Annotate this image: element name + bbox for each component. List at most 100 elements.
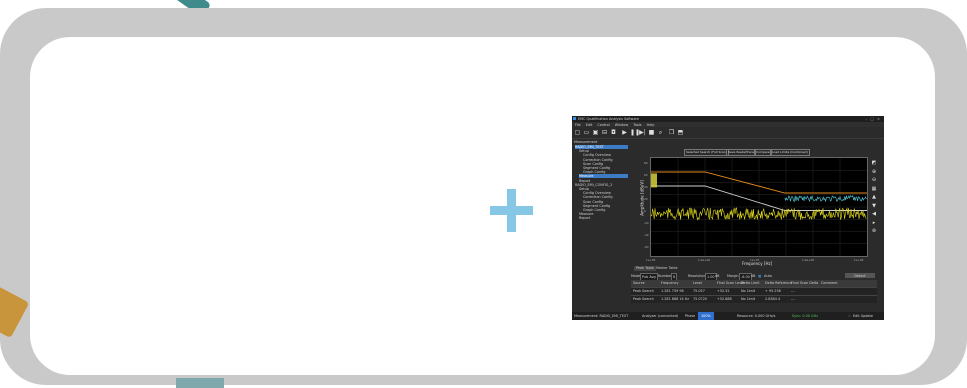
plot-panel: Selected Search (Full Scan) Save Peaks/T… <box>630 148 882 268</box>
pause-icon[interactable]: ❚❚ <box>630 129 640 136</box>
menu-edit[interactable]: Edit <box>586 123 593 127</box>
x-tick-label: 1.0e+06 <box>698 258 711 262</box>
marker-down-icon[interactable]: ▼ <box>871 203 877 209</box>
status-bar: Measurement: RADIO_EMI_TEST Analyzer (co… <box>572 312 884 320</box>
status-phase-bar: 100% <box>698 312 714 320</box>
mode-label: Mode <box>631 274 641 278</box>
table-cell: 2.8384 4 <box>765 297 781 301</box>
y-tick-label: 20 <box>644 197 648 201</box>
camera-icon[interactable]: ◘ <box>610 129 617 136</box>
x-tick-label: 1.0e+08 <box>802 258 815 262</box>
compare-button[interactable]: Compare <box>754 149 772 156</box>
speaker-icon[interactable]: ◀ <box>871 211 877 217</box>
x-tick-label: 1e+05 <box>646 258 656 262</box>
pointer-icon[interactable]: ▸ <box>871 220 877 226</box>
marker-up-icon[interactable]: ▲ <box>871 194 877 200</box>
margin-label: Margin <box>727 274 739 278</box>
column-header[interactable]: Source <box>633 280 645 287</box>
status-phase-label: Phase <box>685 314 696 318</box>
table-row[interactable]: Peak Search 1.281 759 96 75.057 +52.52 No Li… <box>631 287 877 295</box>
table-cell: 1.281 868 14 Hz <box>661 297 690 301</box>
status-edit-update: Edit Update <box>853 314 873 318</box>
y-tick-label: 80 <box>644 161 648 165</box>
table-header-row: Source Frequency Level Final Scan Level Delt… <box>631 280 877 287</box>
cursor-icon[interactable]: ◩ <box>871 160 877 166</box>
y-tick-label: -20 <box>644 221 649 225</box>
peak-table: Source Frequency Level Final Scan Level Delt… <box>631 280 877 303</box>
edit-update-icon[interactable]: ✓ <box>848 312 851 320</box>
menu-file[interactable]: File <box>575 123 581 127</box>
copy-icon[interactable]: ❐ <box>668 129 675 136</box>
selected-search-button[interactable]: Selected Search (Full Scan) <box>684 149 729 156</box>
table-cell: 1.281 759 96 <box>661 289 684 293</box>
grid-icon[interactable]: ▦ <box>871 186 877 192</box>
y-tick-label: 60 <box>644 173 648 177</box>
table-cell: +52.52 <box>717 289 730 293</box>
x-tick-label: 1e+09 <box>854 258 864 262</box>
table-cell: Peak Search <box>633 297 654 301</box>
table-cell: --- <box>791 297 795 301</box>
auto-label: Auto <box>764 274 772 278</box>
peak-panel: Peak Table Marker Table Mode Pub Avg Num… <box>630 266 882 312</box>
series-line <box>784 194 867 203</box>
window-title: EMC Qualification Analysis Software <box>578 117 639 121</box>
open-folder-icon[interactable]: ▭ <box>583 129 590 136</box>
x-tick-label: 1e+07 <box>750 258 760 262</box>
y-tick-label: 40 <box>644 185 648 189</box>
detect-button[interactable]: Detect <box>845 273 875 278</box>
tree-node[interactable]: Report <box>579 216 628 220</box>
zoom-in-icon[interactable]: ⊕ <box>871 169 877 175</box>
table-cell: --- <box>791 289 795 293</box>
menu-help[interactable]: Help <box>647 123 655 127</box>
menu-window[interactable]: Window <box>615 123 628 127</box>
menu-control[interactable]: Control <box>597 123 609 127</box>
column-header[interactable]: Final Scan Delta <box>791 280 818 287</box>
spectrum-chart <box>651 158 867 256</box>
decorative-shape-teal-bottom <box>176 378 224 388</box>
column-header[interactable]: Level <box>693 280 702 287</box>
print-icon[interactable]: ⊟ <box>601 129 608 136</box>
table-cell: 75.057 <box>693 289 705 293</box>
column-header[interactable]: Delta Reference <box>765 280 792 287</box>
app-screenshot: EMC Qualification Analysis Software – □ … <box>572 116 884 320</box>
table-row[interactable]: Peak Search 1.281 868 14 Hz 75.0720 +52.888… <box>631 295 877 303</box>
table-cell: 75.0720 <box>693 297 708 301</box>
y-tick-label: 0 <box>644 209 646 213</box>
column-header[interactable]: Frequency <box>661 280 679 287</box>
zoom-out-icon[interactable]: ⊖ <box>871 177 877 183</box>
tab-marker-table[interactable]: Marker Table <box>654 266 680 271</box>
measurement-tree: Measurement RADIO_EMI_TEST Setup Config Ov… <box>573 140 628 310</box>
play-icon[interactable]: ▶ <box>621 129 628 136</box>
export-icon[interactable]: ⬒ <box>677 129 684 136</box>
status-resource: Resource: 0.000 GHz/s <box>737 314 776 318</box>
status-connection: Analyzer (connected) <box>642 314 679 318</box>
stop-icon[interactable]: ■ <box>648 129 655 136</box>
table-cell: No Limit <box>741 297 756 301</box>
step-icon[interactable]: ▶| <box>639 129 646 136</box>
menu-tools[interactable]: Tools <box>633 123 641 127</box>
column-header[interactable]: Comment <box>821 280 838 287</box>
auto-checkbox[interactable]: ■ <box>758 273 761 279</box>
settings-icon[interactable]: ⊛ <box>871 228 877 234</box>
save-peaks-button[interactable]: Save Peaks/Trace <box>726 149 756 156</box>
table-cell: No Limit <box>741 289 756 293</box>
table-cell: Peak Search <box>633 289 654 293</box>
search-icon[interactable]: ⌕ <box>657 129 664 136</box>
load-limits-button[interactable]: Load Limits (Combined) <box>770 149 810 156</box>
save-icon[interactable]: ▣ <box>592 129 599 136</box>
plot-side-toolbar: ◩ ⊕ ⊖ ▦ ▲ ▼ ◀ ▸ ⊛ <box>871 160 879 237</box>
column-header[interactable]: Delta Limit <box>741 280 760 287</box>
spectrum-plot[interactable] <box>650 157 868 257</box>
tab-peak-table[interactable]: Peak Table <box>634 266 656 271</box>
y-tick-label: -40 <box>644 233 649 237</box>
window-controls[interactable]: – □ × <box>866 117 882 121</box>
number-label: Number <box>658 274 672 278</box>
resolution-unit: dB <box>715 274 720 278</box>
margin-unit: dB <box>751 274 756 278</box>
table-cell: + 95.256 <box>765 289 781 293</box>
app-logo-icon <box>573 117 576 120</box>
new-file-icon[interactable]: ▢ <box>574 129 581 136</box>
status-sync: Sync: 0.00 GHz <box>792 314 818 318</box>
table-cell: +52.888 <box>717 297 732 301</box>
peak-controls: Mode Pub Avg Number 8 Resolution 1.00 dB… <box>631 273 881 281</box>
